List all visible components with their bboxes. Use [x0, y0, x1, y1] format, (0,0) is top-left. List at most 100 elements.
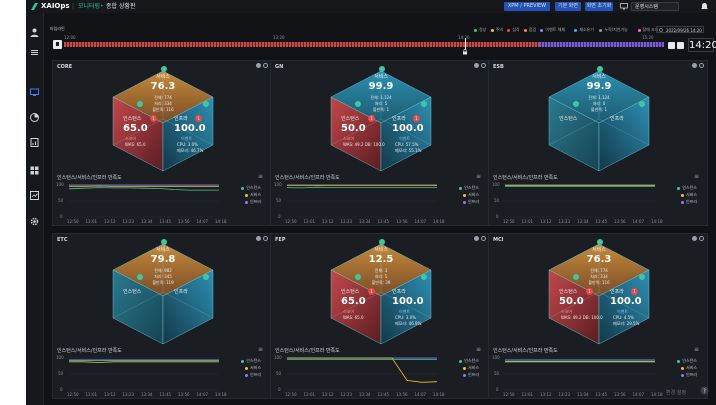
infra-alert-badge[interactable]: 1	[195, 115, 202, 122]
monitor-icon[interactable]	[620, 3, 628, 10]
panel-settings-icon[interactable]	[481, 236, 486, 241]
infra-memory: 메모리: 46.7%	[177, 148, 204, 153]
chart-menu-icon[interactable]: ≡	[258, 346, 263, 353]
panel-title: CORE	[57, 64, 73, 70]
instance-sub-value: WAS: 65.0	[125, 142, 146, 147]
infra-memory: 메모리: 55.1%	[395, 148, 422, 153]
panel-settings-icon[interactable]	[263, 63, 268, 68]
chart-legend-infra: 인프라	[680, 199, 697, 205]
chart-legend-infra: 인프라	[462, 372, 479, 378]
settings-footer-link[interactable]: 환경 설정	[666, 389, 686, 396]
legend-item: 재소유기	[574, 27, 594, 33]
play-button[interactable]	[53, 40, 62, 49]
settings-gear-icon[interactable]	[29, 216, 40, 227]
status-panel: FEP 서비스 12.5 전체: 3 처리: 5 불만족: 39 인스턴스 인프…	[270, 233, 490, 399]
instance-series-line	[68, 187, 219, 191]
panel-settings-icon[interactable]	[263, 236, 268, 241]
panel-status-dot[interactable]	[474, 236, 479, 241]
timeline-prev-button[interactable]	[668, 42, 675, 56]
instance-sub-value: WAS: 65.0	[343, 315, 364, 320]
legend-dot	[680, 366, 684, 370]
infra-status-icon[interactable]	[421, 101, 427, 107]
chart-menu-icon[interactable]: ≡	[694, 346, 699, 353]
notification-bell-icon[interactable]	[700, 2, 709, 11]
service-line-3: 불만족: 119	[152, 280, 174, 285]
instance-status-icon[interactable]	[573, 274, 579, 280]
panel-settings-icon[interactable]	[699, 236, 704, 241]
report-icon[interactable]	[29, 137, 40, 148]
breadcrumb-menu[interactable]: 모니터링	[78, 2, 100, 11]
timeline-next-button[interactable]	[677, 42, 684, 56]
breadcrumb-dot: •	[100, 3, 104, 10]
play-icon	[56, 42, 59, 46]
infra-status-icon[interactable]	[203, 274, 209, 280]
infra-status-icon[interactable]	[421, 274, 427, 280]
chart-menu-icon[interactable]: ≡	[476, 173, 481, 180]
instance-alert-badge[interactable]: 1	[150, 115, 157, 122]
infra-status-icon[interactable]	[203, 101, 209, 107]
instance-status-icon[interactable]	[137, 101, 143, 107]
chart-menu-icon[interactable]: ≡	[476, 346, 481, 353]
service-label: 서비스	[374, 74, 388, 80]
panel-title: MCI	[493, 237, 504, 243]
service-status-icon[interactable]	[379, 66, 385, 72]
legend-dot	[244, 373, 248, 377]
panel-status-dot[interactable]	[474, 63, 479, 68]
panel-settings-icon[interactable]	[481, 63, 486, 68]
service-status-icon[interactable]	[161, 239, 167, 245]
panel-status-dot[interactable]	[256, 63, 261, 68]
analysis-icon[interactable]	[29, 190, 40, 201]
service-status-icon[interactable]	[597, 239, 603, 245]
reset-view-button[interactable]: 화면 초기화	[585, 2, 613, 11]
panel-status-dot[interactable]	[692, 236, 697, 241]
chart-legend-service: 서비스	[462, 192, 479, 198]
chart-legend-service: 서비스	[244, 192, 261, 198]
service-line-3: 불만족: 39	[371, 280, 391, 285]
infra-memory: 메모리: 46.9%	[395, 321, 422, 326]
panel-title: ESB	[493, 64, 504, 70]
panel-status-dot[interactable]	[256, 236, 261, 241]
app-logo-text[interactable]: XAIOps	[41, 2, 70, 11]
timeline-future-track[interactable]	[539, 42, 664, 47]
grid-layout-icon[interactable]	[29, 165, 40, 176]
menu-icon[interactable]	[29, 47, 40, 58]
instance-status-icon[interactable]	[573, 101, 579, 107]
infra-alert-badge[interactable]: 1	[413, 115, 420, 122]
service-status-icon[interactable]	[597, 66, 603, 72]
chart-menu-icon[interactable]: ≡	[694, 173, 699, 180]
service-status-icon[interactable]	[161, 66, 167, 72]
legend-label: 재소유기	[579, 27, 594, 32]
help-icon[interactable]: ?	[700, 386, 709, 395]
instance-status-icon[interactable]	[355, 101, 361, 107]
time-mid: 13:20	[273, 35, 285, 40]
pie-chart-icon[interactable]	[29, 112, 40, 123]
basic-view-button[interactable]: 기본 화면	[555, 2, 581, 11]
infra-alert-badge[interactable]: 1	[631, 288, 638, 295]
service-line-3: 불만족: 116	[588, 280, 610, 285]
service-status-icon[interactable]	[379, 239, 385, 245]
instance-alert-badge[interactable]: 1	[368, 288, 375, 295]
chart-menu-icon[interactable]: ≡	[258, 173, 263, 180]
infra-status-icon[interactable]	[639, 274, 645, 280]
user-icon[interactable]	[29, 27, 40, 38]
panel-settings-icon[interactable]	[699, 63, 704, 68]
instance-status-icon[interactable]	[355, 274, 361, 280]
panel-status-dot[interactable]	[692, 63, 697, 68]
instance-alert-badge[interactable]: 1	[586, 288, 593, 295]
svg-text:?: ?	[703, 388, 706, 394]
legend-dot	[462, 373, 466, 377]
instance-status-icon[interactable]	[137, 274, 143, 280]
service-score: 12.5	[368, 254, 394, 265]
legend-label: 서비스	[249, 365, 261, 370]
time-current: 14:20	[458, 35, 470, 40]
legend-label: 누락/지연기능	[604, 27, 628, 32]
dashboard-monitor-icon[interactable]	[29, 87, 40, 98]
infra-status-icon[interactable]	[639, 101, 645, 107]
chart-legend-service: 서비스	[462, 365, 479, 371]
sync-button[interactable]: XPM / PREVIEW	[504, 2, 550, 11]
service-score: 79.8	[150, 254, 176, 265]
system-select[interactable]: 운영시스템	[631, 2, 679, 11]
instance-alert-badge[interactable]: 1	[368, 115, 375, 122]
instance-label: 인스턴스	[559, 289, 578, 295]
datetime-display[interactable]: 2022/09/26 14:20	[656, 26, 704, 33]
